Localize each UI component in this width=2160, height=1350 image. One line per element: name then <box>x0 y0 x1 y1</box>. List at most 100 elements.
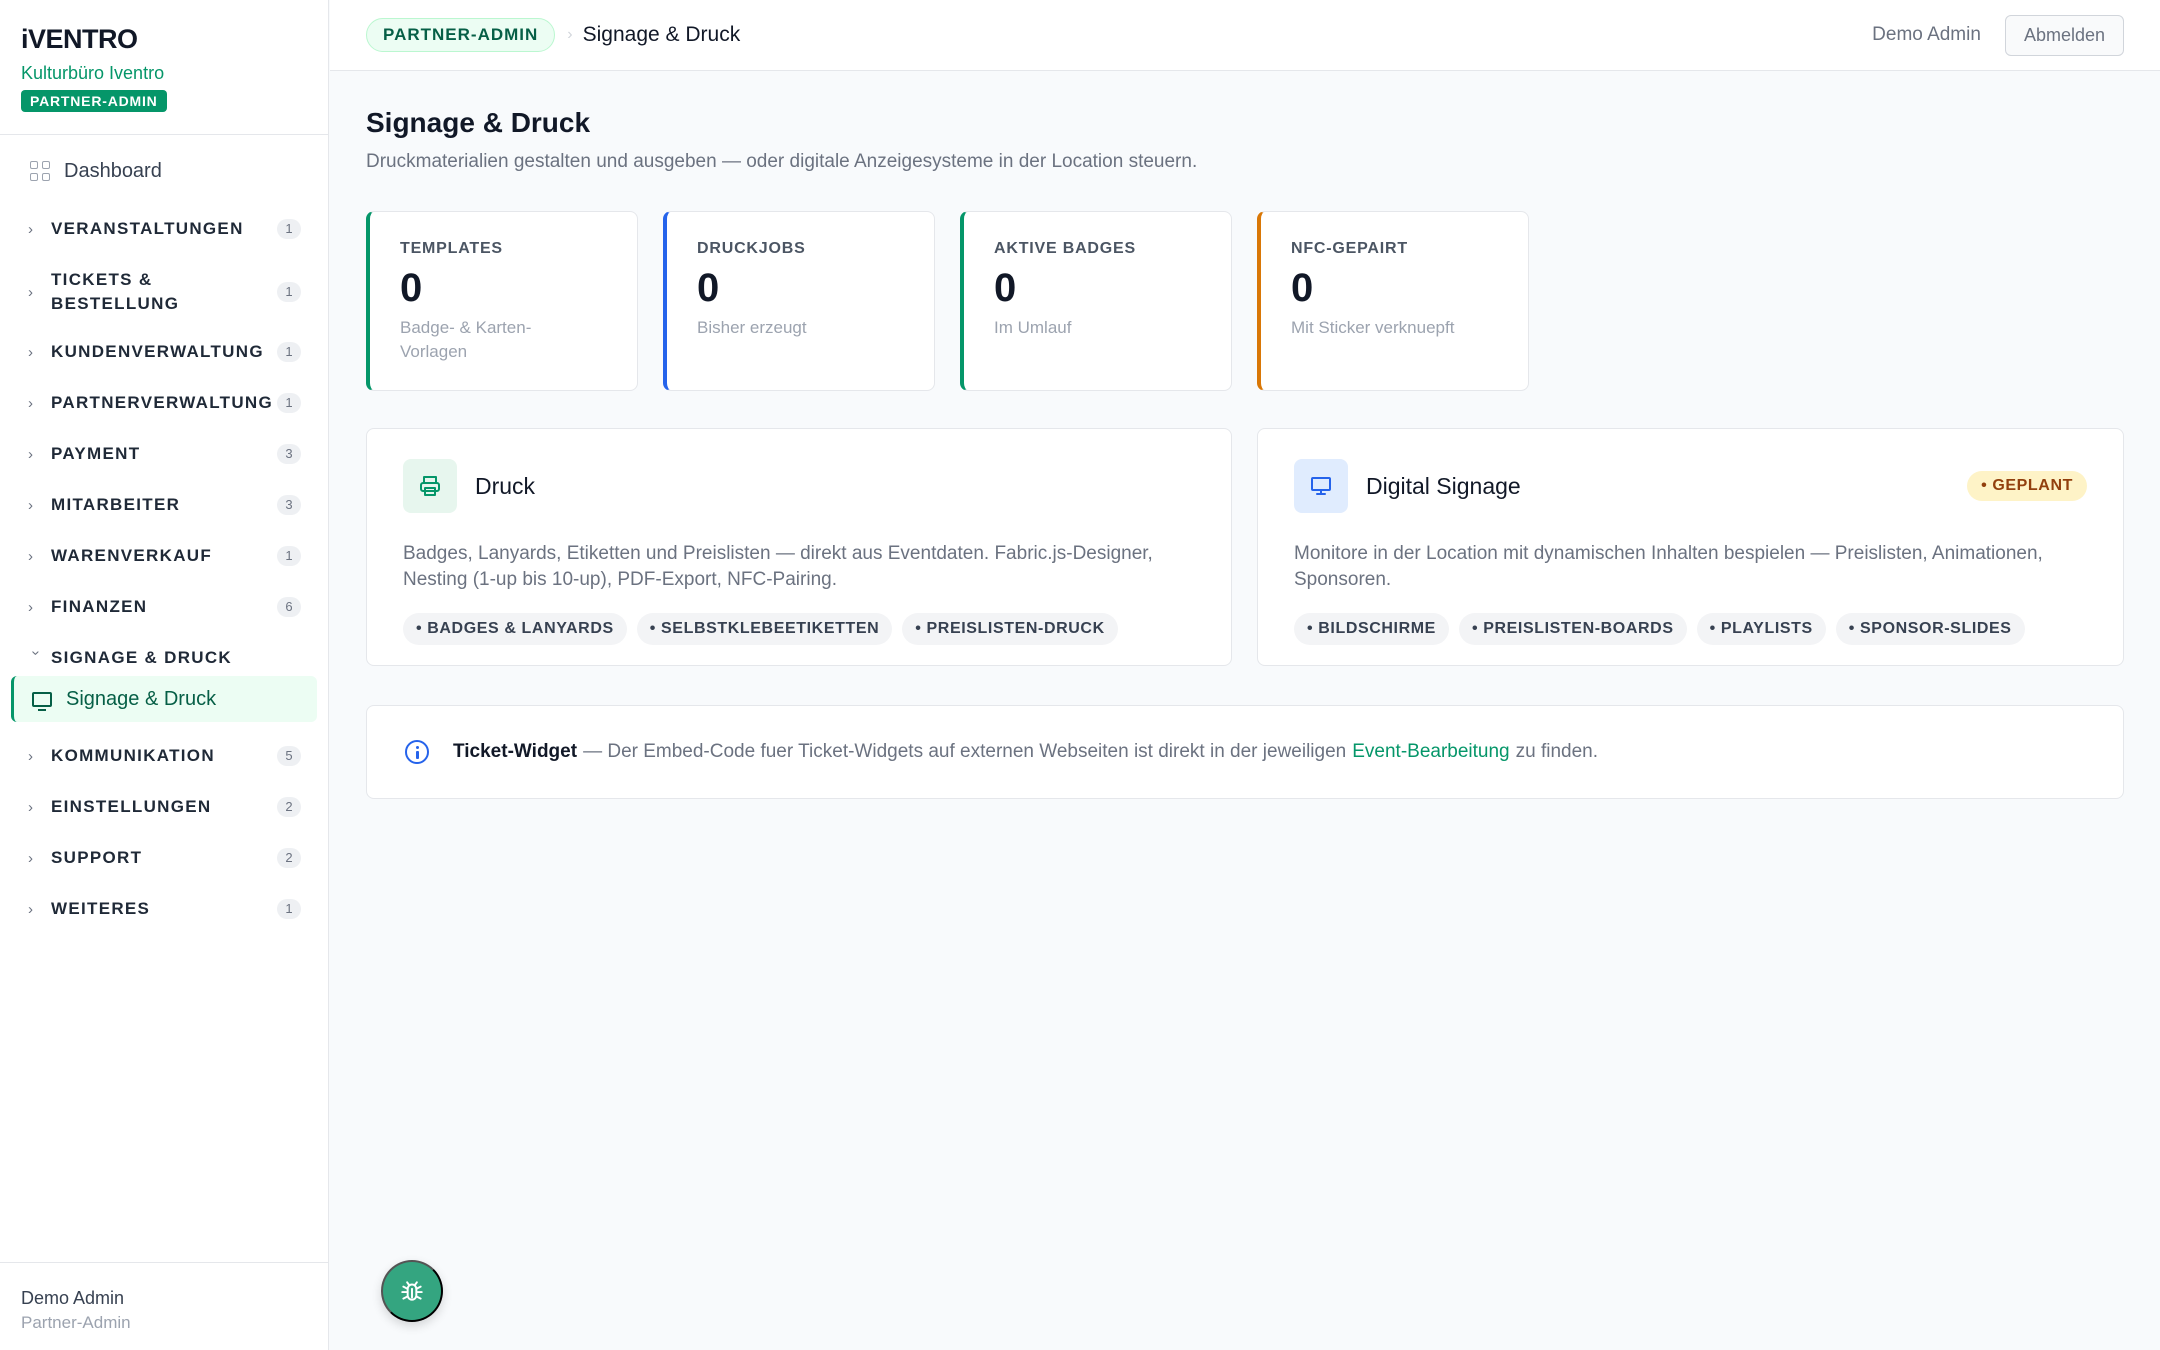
monitor-icon <box>1294 459 1348 513</box>
page-subtitle: Druckmaterialien gestalten und ausgeben … <box>366 151 1198 172</box>
stat-label: AKTIVE BADGES <box>994 240 1136 257</box>
chip-list: • BILDSCHIRME • PREISLISTEN-BOARDS • PLA… <box>1294 613 2087 645</box>
count-badge: 2 <box>277 848 301 868</box>
info-text: — Der Embed-Code fuer Ticket-Widgets auf… <box>583 741 1347 762</box>
sidebar-group-kundenverwaltung[interactable]: › KUNDENVERWALTUNG 1 <box>0 332 329 372</box>
stat-card-druckjobs: DRUCKJOBS 0 Bisher erzeugt <box>663 211 935 391</box>
monitor-icon <box>32 691 52 711</box>
sidebar-group-label: SIGNAGE & DRUCK <box>51 648 233 667</box>
card-digital-signage[interactable]: Digital Signage • GEPLANT Monitore in de… <box>1257 428 2124 666</box>
page-title: Signage & Druck <box>366 107 591 138</box>
sidebar-group-label: FINANZEN <box>51 597 148 616</box>
sidebar-group-support[interactable]: › SUPPORT 2 <box>0 838 329 878</box>
stat-card-nfc-gepairt: NFC-GEPAIRT 0 Mit Sticker verknuepft <box>1257 211 1529 391</box>
sidebar-group-label: VERANSTALTUNGEN <box>51 219 244 238</box>
count-badge: 1 <box>277 393 301 413</box>
count-badge: 5 <box>277 746 301 766</box>
card-title: Digital Signage <box>1366 472 1521 499</box>
stat-card-aktive-badges: AKTIVE BADGES 0 Im Umlauf <box>960 211 1232 391</box>
chip: • PREISLISTEN-BOARDS <box>1458 613 1687 645</box>
chevron-right-icon: › <box>28 798 33 816</box>
grid-icon <box>30 161 50 181</box>
brand: iVENTRO Kulturbüro Iventro PARTNER-ADMIN <box>0 0 328 135</box>
stat-value: 0 <box>994 266 1017 310</box>
sidebar-group-finanzen[interactable]: › FINANZEN 6 <box>0 587 329 627</box>
chevron-right-icon: › <box>28 747 33 765</box>
count-badge: 3 <box>277 495 301 515</box>
stat-value: 0 <box>400 266 423 310</box>
topbar: PARTNER-ADMIN › Signage & Druck Demo Adm… <box>330 0 2160 71</box>
stat-description: Bisher erzeugt <box>697 318 807 337</box>
sidebar-item-signage-druck[interactable]: Signage & Druck <box>11 676 317 722</box>
sidebar-group-weiteres[interactable]: › WEITERES 1 <box>0 889 329 929</box>
chip: • BILDSCHIRME <box>1294 613 1449 645</box>
sidebar-group-label: KOMMUNIKATION <box>51 746 215 765</box>
sidebar-group-kommunikation[interactable]: › KOMMUNIKATION 5 <box>0 736 329 776</box>
sidebar-group-veranstaltungen[interactable]: › VERANSTALTUNGEN 1 <box>0 209 329 249</box>
breadcrumb-title: Signage & Druck <box>582 23 741 46</box>
chevron-right-icon: › <box>28 283 33 301</box>
role-badge: PARTNER-ADMIN <box>21 90 167 112</box>
info-icon <box>405 740 429 764</box>
chevron-right-icon: › <box>28 343 33 361</box>
brand-logo[interactable]: iVENTRO <box>21 22 307 56</box>
chevron-right-icon: › <box>28 547 33 565</box>
count-badge: 1 <box>277 219 301 239</box>
chip: • PLAYLISTS <box>1696 613 1826 645</box>
sidebar-group-einstellungen[interactable]: › EINSTELLUNGEN 2 <box>0 787 329 827</box>
sidebar-group-label: PAYMENT <box>51 444 141 463</box>
sidebar-item-label: Dashboard <box>64 159 162 182</box>
breadcrumb-separator: › <box>567 26 573 43</box>
count-badge: 1 <box>277 899 301 919</box>
sidebar-group-label: WARENVERKAUF <box>51 546 213 565</box>
card-druck[interactable]: Druck Badges, Lanyards, Etiketten und Pr… <box>366 428 1232 666</box>
sidebar-group-label: WEITERES <box>51 899 151 918</box>
bug-icon <box>401 1281 423 1301</box>
ticket-widget-info: Ticket-Widget — Der Embed-Code fuer Tick… <box>366 705 2124 799</box>
chevron-right-icon: › <box>28 496 33 514</box>
card-title: Druck <box>475 472 536 499</box>
sidebar-group-label: TICKETS & BESTELLUNG <box>51 270 180 313</box>
topbar-user-name: Demo Admin <box>1872 24 1981 45</box>
stat-label: NFC-GEPAIRT <box>1291 240 1408 257</box>
sidebar-group-payment[interactable]: › PAYMENT 3 <box>0 434 329 474</box>
logout-button[interactable]: Abmelden <box>2004 14 2124 56</box>
sidebar-group-label: PARTNERVERWALTUNG <box>51 393 274 412</box>
card-description: Badges, Lanyards, Etiketten und Preislis… <box>403 543 1153 590</box>
sidebar-item-dashboard[interactable]: Dashboard <box>12 149 317 193</box>
sidebar: iVENTRO Kulturbüro Iventro PARTNER-ADMIN… <box>0 0 329 1350</box>
stat-label: TEMPLATES <box>400 240 503 257</box>
chip: • PREISLISTEN-DRUCK <box>902 613 1118 645</box>
chip: • SPONSOR-SLIDES <box>1835 613 2025 645</box>
sidebar-group-tickets[interactable]: › TICKETS & BESTELLUNG 1 <box>0 264 329 320</box>
stat-label: DRUCKJOBS <box>697 240 806 257</box>
count-badge: 1 <box>277 342 301 362</box>
sidebar-group-partnerverwaltung[interactable]: › PARTNERVERWALTUNG 1 <box>0 383 329 423</box>
sidebar-group-warenverkauf[interactable]: › WARENVERKAUF 1 <box>0 536 329 576</box>
chevron-right-icon: › <box>28 900 33 918</box>
info-title: Ticket-Widget <box>453 741 578 762</box>
sidebar-user-info: Demo Admin Partner-Admin <box>0 1262 329 1350</box>
sidebar-user-role: Partner-Admin <box>21 1313 131 1332</box>
stat-card-templates: TEMPLATES 0 Badge- & Karten-Vorlagen <box>366 211 638 391</box>
sidebar-group-label: MITARBEITER <box>51 495 181 514</box>
card-description: Monitore in der Location mit dynamischen… <box>1294 543 2043 590</box>
brand-org-name: Kulturbüro Iventro <box>21 63 165 83</box>
count-badge: 6 <box>277 597 301 617</box>
count-badge: 1 <box>277 282 301 302</box>
sidebar-user-name: Demo Admin <box>21 1288 125 1308</box>
sidebar-group-signage[interactable]: › SIGNAGE & DRUCK <box>0 638 329 678</box>
stat-description: Im Umlauf <box>994 318 1072 337</box>
sidebar-group-mitarbeiter[interactable]: › MITARBEITER 3 <box>0 485 329 525</box>
status-badge: • GEPLANT <box>1967 471 2087 501</box>
stat-description: Badge- & Karten-Vorlagen <box>400 318 532 361</box>
chevron-down-icon: › <box>27 650 45 655</box>
chevron-right-icon: › <box>28 849 33 867</box>
chevron-right-icon: › <box>28 445 33 463</box>
event-bearbeitung-link[interactable]: Event-Bearbeitung <box>1352 741 1509 763</box>
sidebar-group-label: KUNDENVERWALTUNG <box>51 342 264 361</box>
chevron-right-icon: › <box>28 394 33 412</box>
count-badge: 1 <box>277 546 301 566</box>
bug-report-button[interactable] <box>381 1260 443 1322</box>
chevron-right-icon: › <box>28 220 33 238</box>
